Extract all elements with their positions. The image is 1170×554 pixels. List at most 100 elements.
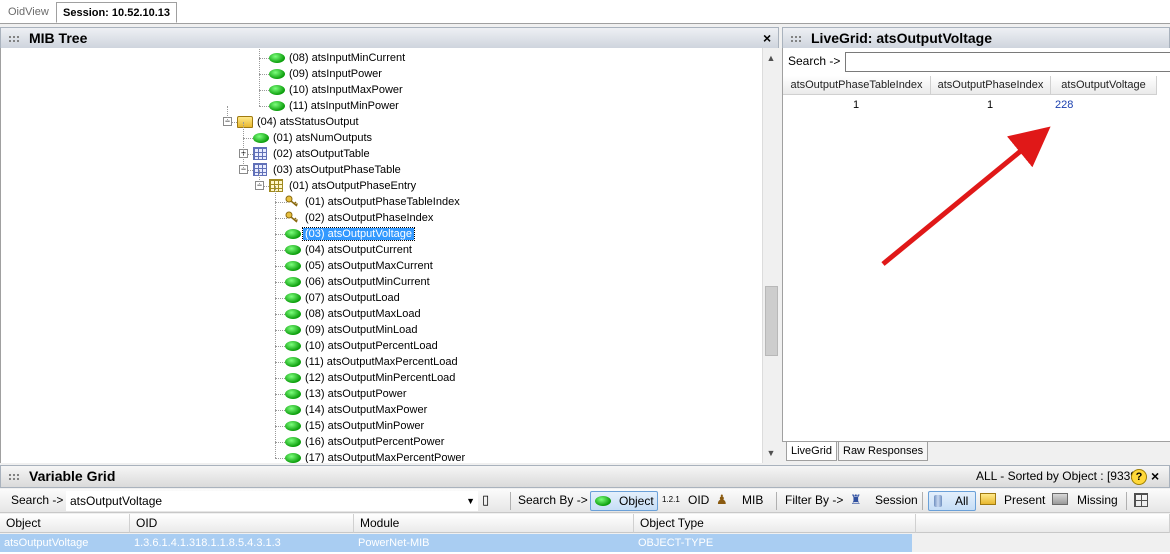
vg-col-header[interactable]: Module xyxy=(354,514,634,533)
vg-col-header[interactable]: OID xyxy=(130,514,354,533)
folder-grey-icon xyxy=(1052,493,1068,505)
tree-node-label: (01) atsOutputPhaseTableIndex xyxy=(305,196,460,208)
vg-search-input[interactable]: atsOutputVoltage ▼ xyxy=(66,491,478,511)
tree-node[interactable]: (15) atsOutputMinPower xyxy=(285,418,426,434)
chevron-down-icon[interactable]: ▼ xyxy=(466,492,475,510)
tree-node[interactable]: (10) atsInputMaxPower xyxy=(269,82,405,98)
variable-grid-close-icon[interactable]: × xyxy=(1151,466,1159,487)
tree-node[interactable]: (01) atsOutputPhaseTableIndex xyxy=(285,194,462,210)
entry-icon xyxy=(269,179,283,192)
mib-tree-scrollbar[interactable]: ▲ ▼ xyxy=(762,48,779,463)
leaf-icon xyxy=(285,293,301,303)
search-by-oid-button[interactable]: OID xyxy=(688,493,709,507)
livegrid-cell[interactable]: 1 xyxy=(987,97,993,113)
object-label: Object xyxy=(619,494,654,508)
tree-node[interactable]: (13) atsOutputPower xyxy=(285,386,409,402)
tree-node-label: (02) atsOutputTable xyxy=(273,148,370,160)
leaf-icon xyxy=(285,453,301,463)
tree-node-label: (11) atsInputMinPower xyxy=(289,100,399,112)
livegrid-col-header[interactable]: atsOutputPhaseTableIndex xyxy=(783,76,931,95)
mib-tree-close-icon[interactable]: × xyxy=(763,28,771,49)
livegrid-cell-voltage[interactable]: 228 xyxy=(1055,97,1073,113)
grip-icon[interactable] xyxy=(790,35,802,43)
filter-session-button[interactable]: Session xyxy=(875,493,918,507)
variable-grid-header: Variable Grid ALL - Sorted by Object : [… xyxy=(0,465,1170,488)
tree-node[interactable]: (12) atsOutputMinPercentLoad xyxy=(285,370,457,386)
tree-node[interactable]: (08) atsOutputMaxLoad xyxy=(285,306,423,322)
separator xyxy=(922,492,923,510)
all-label: All xyxy=(955,494,969,508)
tree-node-label: (13) atsOutputPower xyxy=(305,388,407,400)
tree-node[interactable]: (17) atsOutputMaxPercentPower xyxy=(285,450,467,463)
tree-node[interactable]: (03) atsOutputVoltage xyxy=(285,226,416,242)
tree-node[interactable]: (09) atsInputPower xyxy=(269,66,384,82)
filter-missing-button[interactable]: Missing xyxy=(1077,493,1118,507)
tree-node[interactable]: (01) atsOutputPhaseEntry xyxy=(269,178,418,194)
columns-icon[interactable] xyxy=(1134,493,1148,507)
search-by-mib-button[interactable]: MIB xyxy=(742,493,763,507)
folder-icon xyxy=(237,116,253,128)
vg-cell-object[interactable]: atsOutputVoltage xyxy=(0,534,88,552)
help-icon[interactable]: ? xyxy=(1131,469,1147,485)
tree-node[interactable]: (14) atsOutputMaxPower xyxy=(285,402,429,418)
tab-session[interactable]: Session: 10.52.10.13 xyxy=(56,2,178,23)
tree-node[interactable]: (09) atsOutputMinLoad xyxy=(285,322,420,338)
livegrid-search-input[interactable] xyxy=(845,52,1170,72)
tree-node[interactable]: (02) atsOutputPhaseIndex xyxy=(285,210,435,226)
vg-search-label: Search -> xyxy=(11,493,64,507)
tree-connector xyxy=(259,170,260,186)
tree-node[interactable]: (02) atsOutputTable xyxy=(253,146,372,162)
scroll-up-icon[interactable]: ▲ xyxy=(763,50,779,66)
tree-node[interactable]: (03) atsOutputPhaseTable xyxy=(253,162,403,178)
livegrid-cell[interactable]: 1 xyxy=(853,97,859,113)
tree-node[interactable]: (10) atsOutputPercentLoad xyxy=(285,338,440,354)
annotation-arrow-icon xyxy=(881,126,1051,266)
leaf-icon xyxy=(285,245,301,255)
tree-node-label: (06) atsOutputMinCurrent xyxy=(305,276,430,288)
vg-cell-module[interactable]: PowerNet-MIB xyxy=(354,534,430,552)
separator xyxy=(776,492,777,510)
livegrid-header: LiveGrid: atsOutputVoltage xyxy=(782,27,1170,50)
tree-node[interactable]: (05) atsOutputMaxCurrent xyxy=(285,258,435,274)
oid-prefix-icon: 1.2.1 xyxy=(662,495,680,504)
variable-grid-status: ALL - Sorted by Object : [9339] xyxy=(976,469,1141,483)
vg-cell-object-type[interactable]: OBJECT-TYPE xyxy=(634,534,713,552)
tree-node[interactable]: (06) atsOutputMinCurrent xyxy=(285,274,432,290)
search-by-object-button[interactable]: Object xyxy=(590,491,658,511)
tree-node[interactable]: (11) atsOutputMaxPercentLoad xyxy=(285,354,460,370)
tree-node-label: (08) atsOutputMaxLoad xyxy=(305,308,421,320)
livegrid-col-header[interactable]: atsOutputPhaseIndex xyxy=(931,76,1051,95)
tree-node-label: (01) atsOutputPhaseEntry xyxy=(289,180,417,192)
tab-raw-responses[interactable]: Raw Responses xyxy=(838,442,929,461)
scroll-down-icon[interactable]: ▼ xyxy=(763,445,779,461)
tree-node-label: (02) atsOutputPhaseIndex xyxy=(305,212,434,224)
tree-node[interactable]: (16) atsOutputPercentPower xyxy=(285,434,446,450)
filter-all-button[interactable]: All xyxy=(928,491,976,511)
vg-col-header[interactable]: Object Type xyxy=(634,514,916,533)
grip-icon[interactable] xyxy=(8,35,20,43)
tree-node[interactable]: (08) atsInputMinCurrent xyxy=(269,50,407,66)
tree-node[interactable]: (11) atsInputMinPower xyxy=(269,98,401,114)
filter-present-button[interactable]: Present xyxy=(1004,493,1045,507)
vg-col-header-empty xyxy=(916,514,1170,533)
livegrid-col-header[interactable]: atsOutputVoltage xyxy=(1051,76,1157,95)
leaf-icon xyxy=(285,389,301,399)
tree-node-label: (09) atsOutputMinLoad xyxy=(305,324,418,336)
vg-col-header[interactable]: Object xyxy=(0,514,130,533)
tab-livegrid[interactable]: LiveGrid xyxy=(786,442,837,461)
vg-cell-oid[interactable]: 1.3.6.1.4.1.318.1.1.8.5.4.3.1.3 xyxy=(130,534,281,552)
grip-icon[interactable] xyxy=(8,473,20,481)
scroll-thumb[interactable] xyxy=(765,286,778,356)
tree-node[interactable]: (01) atsNumOutputs xyxy=(253,130,374,146)
tree-node-label: (10) atsInputMaxPower xyxy=(289,84,403,96)
tree-node[interactable]: (04) atsStatusOutput xyxy=(237,114,361,130)
filter-by-label: Filter By -> xyxy=(785,493,844,507)
mib-tree[interactable]: (08) atsInputMinCurrent (09) atsInputPowe… xyxy=(0,48,762,463)
table-icon xyxy=(253,147,267,160)
tree-node[interactable]: (04) atsOutputCurrent xyxy=(285,242,414,258)
tab-oidview[interactable]: OidView xyxy=(2,2,55,23)
tree-node-label: (01) atsNumOutputs xyxy=(273,132,373,144)
leaf-icon xyxy=(285,229,301,239)
book-icon[interactable]: ▯ xyxy=(482,492,489,508)
tree-node[interactable]: (07) atsOutputLoad xyxy=(285,290,402,306)
